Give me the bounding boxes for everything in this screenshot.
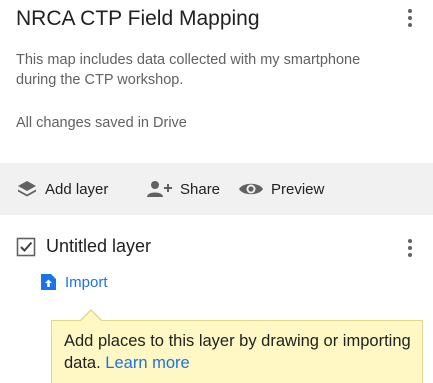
share-label: Share bbox=[180, 180, 221, 198]
person-add-icon bbox=[147, 181, 172, 197]
map-title[interactable]: NRCA CTP Field Mapping bbox=[16, 7, 260, 31]
preview-button[interactable]: Preview bbox=[238, 163, 324, 215]
layers-plus-icon bbox=[18, 181, 36, 197]
layer-hint-tooltip: Add places to this layer by drawing or i… bbox=[51, 320, 423, 383]
learn-more-link[interactable]: Learn more bbox=[105, 354, 189, 372]
file-upload-icon bbox=[41, 274, 56, 290]
map-toolbar: Add layer Share Preview bbox=[0, 163, 433, 215]
tooltip-text-block: Add places to this layer by drawing or i… bbox=[64, 330, 414, 374]
map-options-menu-icon[interactable] bbox=[398, 6, 422, 30]
import-label: Import bbox=[65, 273, 108, 291]
layer-options-menu-icon[interactable] bbox=[398, 236, 422, 260]
tooltip-arrow bbox=[81, 311, 101, 321]
layer-name[interactable]: Untitled layer bbox=[46, 236, 151, 257]
add-layer-button[interactable]: Add layer bbox=[16, 163, 108, 215]
eye-icon bbox=[239, 183, 263, 195]
save-status: All changes saved in Drive bbox=[16, 115, 187, 131]
share-button[interactable]: Share bbox=[147, 163, 220, 215]
layer-row: Untitled layer bbox=[16, 236, 151, 257]
add-layer-label: Add layer bbox=[45, 180, 109, 198]
preview-label: Preview bbox=[271, 180, 325, 198]
checkbox-checked-icon[interactable] bbox=[16, 237, 36, 257]
map-description[interactable]: This map includes data collected with my… bbox=[16, 50, 376, 90]
import-link[interactable]: Import bbox=[40, 273, 108, 291]
